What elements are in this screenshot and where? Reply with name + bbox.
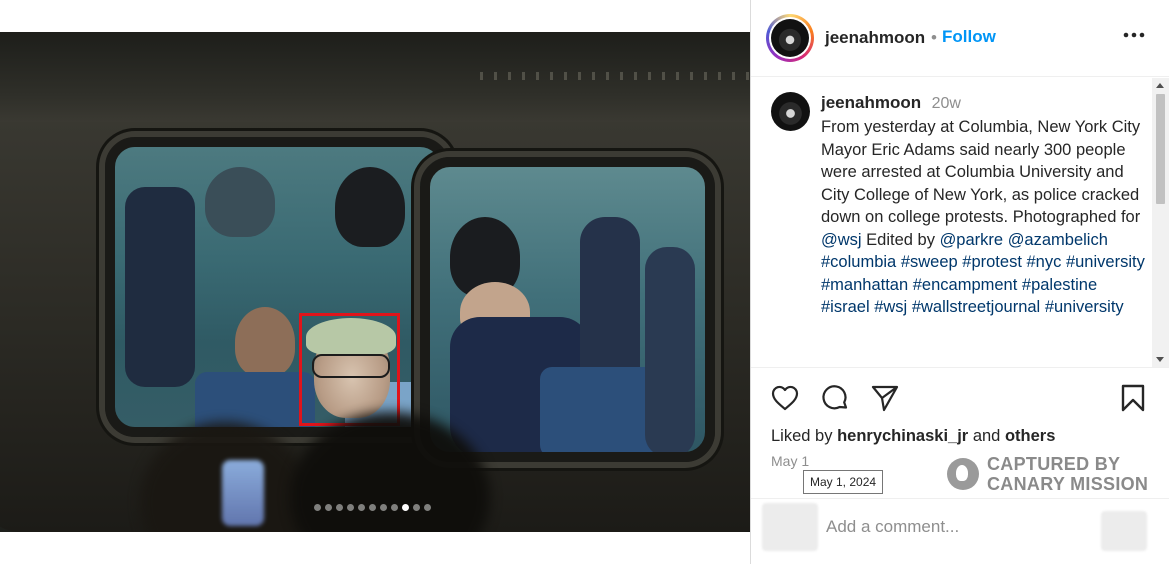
bookmark-icon[interactable] [1117,382,1149,414]
mention-link[interactable]: @wsj [821,231,862,249]
post-date[interactable]: May 1 [771,453,809,469]
more-dots-icon[interactable] [1121,22,1147,48]
liked-by-user[interactable]: henrychinaski_jr [837,427,968,445]
carousel-dot[interactable] [314,504,321,511]
caption-edited: Edited by [861,230,940,249]
watermark-text: CAPTURED BY CANARY MISSION [987,454,1148,494]
post-actions: Liked by henrychinaski_jr and others May… [751,367,1169,564]
post-comment-button[interactable] [1101,511,1147,551]
heart-icon[interactable] [769,382,801,414]
officer-figure [645,247,695,452]
separator-dot: • [931,28,937,47]
scroll-down-arrow-icon[interactable] [1156,357,1164,362]
carousel-dot[interactable] [424,504,431,511]
hashtag-link[interactable]: #nyc [1027,253,1062,271]
carousel-dot[interactable] [402,504,409,511]
caption-text: From yesterday at Columbia, New York Cit… [821,116,1146,319]
hashtag-link[interactable]: #manhattan [821,276,908,294]
likes-conjunction: and [972,427,1001,445]
phone-screen-glow [222,460,264,526]
bus-rivets [480,72,750,80]
face-highlight-box [299,313,400,426]
watermark: CAPTURED BY CANARY MISSION [947,454,1148,494]
passenger-figure [205,167,275,237]
story-ring[interactable] [766,14,814,62]
hashtag-link[interactable]: #wsj [874,298,907,316]
scroll-up-arrow-icon[interactable] [1156,83,1164,88]
carousel-dot[interactable] [325,504,332,511]
date-tooltip: May 1, 2024 [803,470,884,494]
watermark-line1: CAPTURED BY [987,454,1121,474]
likes-summary: Liked by henrychinaski_jr and others [771,427,1055,446]
hashtag-link[interactable]: #encampment [913,276,1018,294]
caption-username[interactable]: jeenahmoon [821,93,921,112]
carousel-dot[interactable] [336,504,343,511]
officer-figure [125,187,195,387]
passenger-figure [235,307,295,377]
hashtag-link[interactable]: #university [1045,298,1124,316]
caption-time[interactable]: 20w [932,95,961,112]
hashtag-link[interactable]: #sweep [901,253,958,271]
bus-window-right [420,157,715,462]
comments-section: jeenahmoon 20w From yesterday at Columbi… [751,78,1169,367]
watermark-line2: CANARY MISSION [987,474,1149,494]
bus-seat [540,367,660,452]
caption-header: jeenahmoon 20w [821,93,961,113]
likes-others[interactable]: others [1005,427,1055,445]
paper-plane-icon[interactable] [869,382,901,414]
hashtag-link[interactable]: #palestine [1022,276,1097,294]
add-comment-bar [751,498,1169,564]
hashtag-link[interactable]: #columbia [821,253,896,271]
post-media-area [0,0,750,564]
emoji-icon[interactable] [762,503,818,551]
comment-input[interactable] [826,509,1091,545]
avatar[interactable] [771,19,809,57]
carousel-dot[interactable] [358,504,365,511]
caption-avatar[interactable] [771,92,810,131]
likes-prefix: Liked by [771,427,833,445]
carousel-dot[interactable] [380,504,387,511]
carousel-dot[interactable] [369,504,376,511]
carousel-dot[interactable] [391,504,398,511]
post-side-panel: jeenahmoon • Follow jeenahmoon 20w From … [750,0,1169,564]
scroll-thumb[interactable] [1156,94,1165,204]
post-header: jeenahmoon • Follow [751,0,1169,77]
post-photo[interactable] [0,32,750,532]
carousel-dots [314,504,431,514]
hashtag-link[interactable]: #protest [962,253,1022,271]
hashtag-link[interactable]: #wallstreetjournal [912,298,1040,316]
canary-logo-icon [947,458,979,490]
mention-link[interactable]: @azambelich [1008,231,1108,249]
mention-link[interactable]: @parkre [940,231,1004,249]
hashtag-link[interactable]: #university [1066,253,1145,271]
hashtag-link[interactable]: #israel [821,298,870,316]
comments-scrollbar[interactable] [1152,78,1169,367]
caption-intro: From yesterday at Columbia, New York Cit… [821,118,1141,226]
carousel-dot[interactable] [413,504,420,511]
comment-bubble-icon[interactable] [819,382,851,414]
follow-button[interactable]: Follow [942,27,996,47]
header-username[interactable]: jeenahmoon [825,28,925,48]
officer-figure [335,167,405,247]
carousel-dot[interactable] [347,504,354,511]
